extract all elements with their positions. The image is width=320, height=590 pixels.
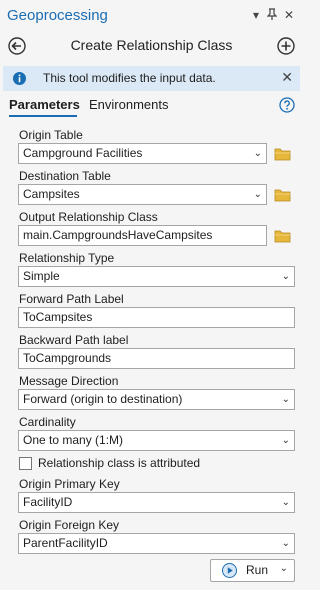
chevron-down-icon: ⌄ xyxy=(253,148,262,159)
origin-foreign-key-value: ParentFacilityID xyxy=(23,536,108,550)
attributed-checkbox[interactable] xyxy=(19,457,32,470)
origin-table-select[interactable]: Campground Facilities ⌄ xyxy=(18,143,267,164)
backward-path-label-value: ToCampgrounds xyxy=(23,351,112,365)
origin-foreign-key-label: Origin Foreign Key xyxy=(19,518,120,532)
tab-environments[interactable]: Environments xyxy=(89,97,168,112)
origin-primary-key-select[interactable]: FacilityID ⌄ xyxy=(18,492,295,513)
pane-titlebar: Geoprocessing ▾ ✕ xyxy=(0,0,303,33)
run-button-label: Run xyxy=(246,563,269,577)
tool-title: Create Relationship Class xyxy=(70,37,233,53)
add-icon[interactable] xyxy=(276,36,296,56)
output-relationship-class-input[interactable]: main.CampgroundsHaveCampsites xyxy=(18,225,267,246)
play-icon xyxy=(222,563,237,578)
relationship-type-value: Simple xyxy=(23,269,60,283)
chevron-down-icon: ⌄ xyxy=(253,189,262,200)
backward-path-label-input[interactable]: ToCampgrounds xyxy=(18,348,295,369)
destination-table-value: Campsites xyxy=(23,187,80,201)
message-direction-select[interactable]: Forward (origin to destination) ⌄ xyxy=(18,389,295,410)
destination-table-label: Destination Table xyxy=(19,169,111,183)
pane-title: Geoprocessing xyxy=(7,7,108,24)
forward-path-label-label: Forward Path Label xyxy=(19,292,124,306)
chevron-down-icon: ⌄ xyxy=(281,271,290,282)
help-icon[interactable] xyxy=(279,97,295,113)
tool-header: Create Relationship Class xyxy=(0,33,303,59)
relationship-type-label: Relationship Type xyxy=(19,251,115,265)
parameters-form: Origin Table Campground Facilities ⌄ Des… xyxy=(0,122,303,562)
active-tab-indicator xyxy=(9,115,77,117)
close-icon[interactable]: ✕ xyxy=(282,8,296,22)
output-relationship-class-label: Output Relationship Class xyxy=(19,210,158,224)
folder-icon[interactable] xyxy=(274,188,291,202)
back-arrow-icon[interactable] xyxy=(7,36,27,56)
message-direction-label: Message Direction xyxy=(19,374,119,388)
chevron-down-icon: ⌄ xyxy=(281,497,290,508)
origin-table-value: Campground Facilities xyxy=(23,146,143,160)
folder-icon[interactable] xyxy=(274,147,291,161)
origin-foreign-key-select[interactable]: ParentFacilityID ⌄ xyxy=(18,533,295,554)
message-direction-value: Forward (origin to destination) xyxy=(23,392,183,406)
tab-bar: Parameters Environments xyxy=(0,94,303,118)
cardinality-label: Cardinality xyxy=(19,415,76,429)
geoprocessing-pane: Geoprocessing ▾ ✕ Create Relationship Cl… xyxy=(0,0,303,590)
backward-path-label-label: Backward Path label xyxy=(19,333,129,347)
cardinality-select[interactable]: One to many (1:M) ⌄ xyxy=(18,430,295,451)
tab-parameters[interactable]: Parameters xyxy=(9,97,80,112)
pin-icon[interactable] xyxy=(265,8,279,22)
destination-table-select[interactable]: Campsites ⌄ xyxy=(18,184,267,205)
relationship-type-select[interactable]: Simple ⌄ xyxy=(18,266,295,287)
run-button[interactable]: Run ⌄ xyxy=(210,559,295,582)
attributed-checkbox-label[interactable]: Relationship class is attributed xyxy=(38,456,200,470)
forward-path-label-value: ToCampsites xyxy=(23,310,93,324)
chevron-down-icon[interactable]: ⌄ xyxy=(280,563,288,574)
chevron-down-icon: ⌄ xyxy=(281,394,290,405)
chevron-down-icon: ⌄ xyxy=(281,538,290,549)
origin-table-label: Origin Table xyxy=(19,128,83,142)
cardinality-value: One to many (1:M) xyxy=(23,433,124,447)
info-message: This tool modifies the input data. xyxy=(43,71,216,85)
close-icon[interactable]: ✕ xyxy=(281,69,293,86)
info-banner: This tool modifies the input data. ✕ xyxy=(3,66,300,91)
forward-path-label-input[interactable]: ToCampsites xyxy=(18,307,295,328)
output-relationship-class-value: main.CampgroundsHaveCampsites xyxy=(23,228,213,242)
info-icon xyxy=(13,72,26,85)
origin-primary-key-label: Origin Primary Key xyxy=(19,477,120,491)
origin-primary-key-value: FacilityID xyxy=(23,495,73,509)
folder-icon[interactable] xyxy=(274,229,291,243)
chevron-down-icon: ⌄ xyxy=(281,435,290,446)
chevron-down-icon[interactable]: ▾ xyxy=(249,8,263,22)
